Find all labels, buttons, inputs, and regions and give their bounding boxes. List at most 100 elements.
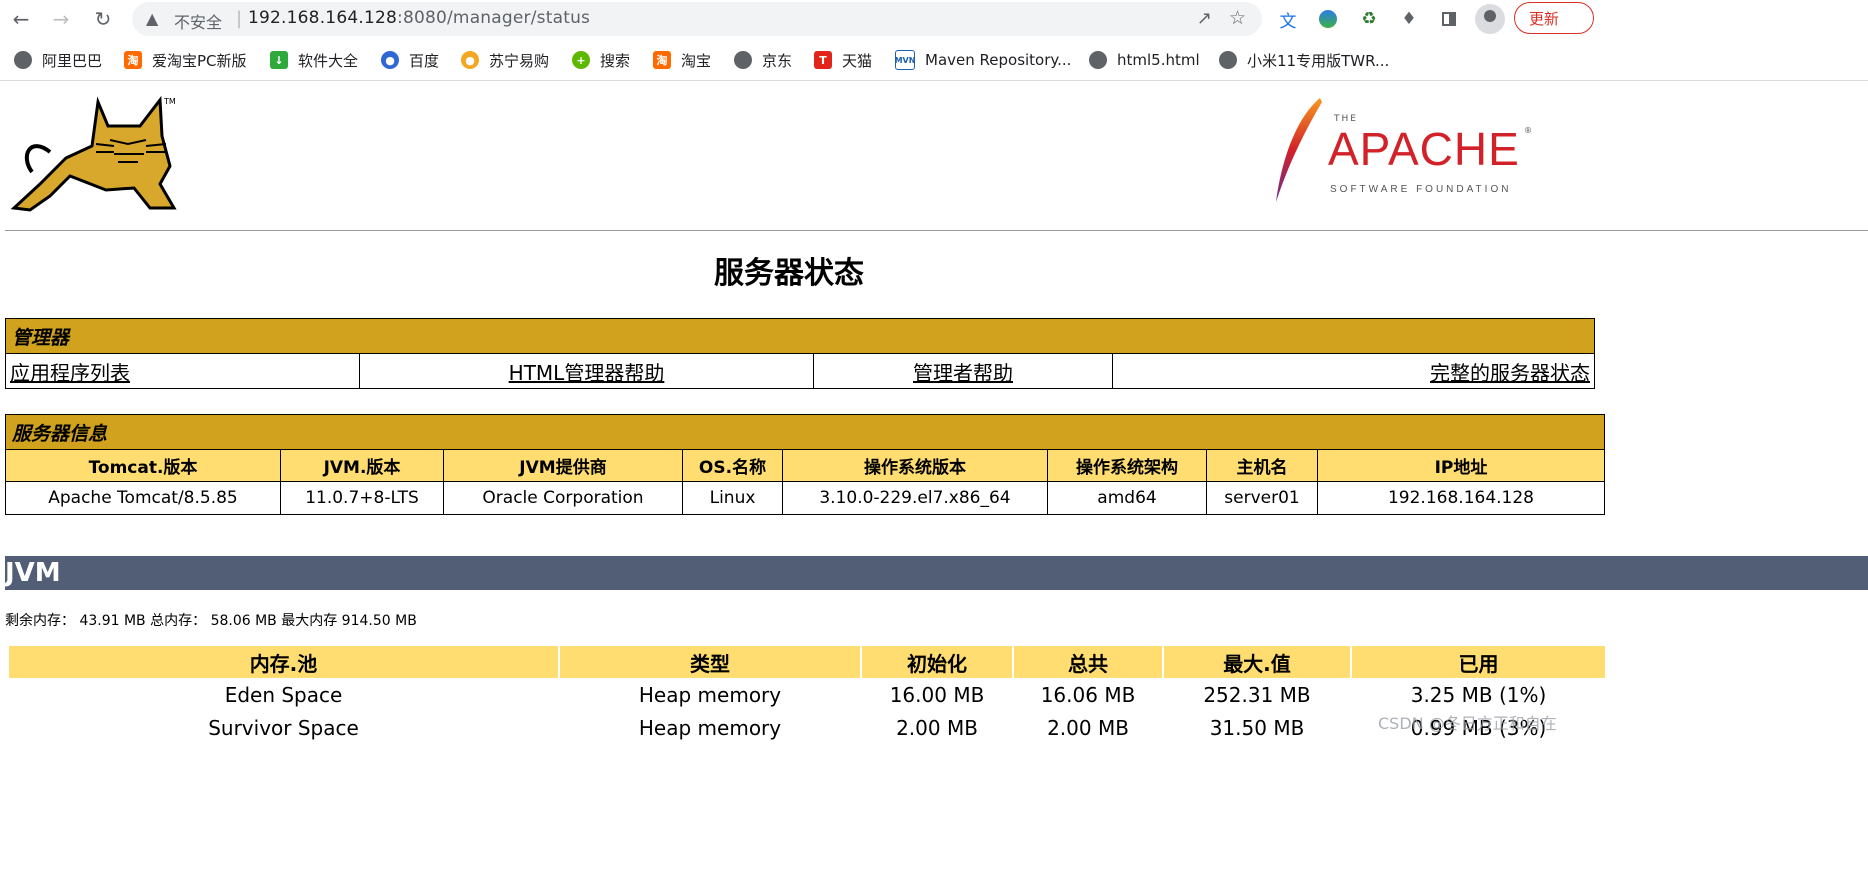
bookmark-label: 小米11专用版TWR... — [1247, 51, 1390, 70]
insecure-label: 不安全 — [174, 13, 223, 32]
url-text[interactable]: 192.168.164.128:8080/manager/status — [248, 8, 590, 28]
table-cell: 2.00 MB — [1047, 715, 1129, 740]
url-path: :8080/manager/status — [397, 8, 591, 28]
address-bar[interactable]: ▲ 不安全 | 192.168.164.128:8080/manager/sta… — [132, 2, 1262, 36]
bookmark-label: 京东 — [762, 51, 793, 70]
bookmark-star-icon[interactable]: ☆ — [1229, 7, 1246, 29]
tmall-icon: T — [814, 51, 832, 69]
tomcat-cat-icon: TM — [10, 95, 177, 212]
link-manager-help[interactable]: 管理者帮助 — [913, 361, 1013, 385]
apache-feather-icon — [1276, 98, 1322, 202]
taobao-icon: 淘 — [124, 51, 142, 69]
column-header: 类型 — [560, 646, 860, 678]
baidu-icon: ● — [381, 51, 399, 69]
column-header: OS.名称 — [682, 449, 783, 482]
bookmark-taobao[interactable]: 淘淘宝 — [653, 48, 711, 72]
watermark: CSDN @冬日方正和自在 — [1378, 714, 1557, 733]
extension-green-icon[interactable]: ♻ — [1356, 6, 1382, 32]
column-header: 内存.池 — [9, 646, 558, 678]
bookmark-xiaomi[interactable]: 小米11专用版TWR... — [1219, 48, 1389, 72]
link-html-manager-help[interactable]: HTML管理器帮助 — [509, 361, 665, 385]
bookmark-suning[interactable]: ● 苏宁易购 — [461, 48, 549, 72]
manager-cell-apps: 应用程序列表 — [5, 353, 360, 389]
server-info-table: 服务器信息 Tomcat.版本 JVM.版本 JVM提供商 OS.名称 操作系统… — [5, 414, 1605, 515]
bookmark-software[interactable]: ↓ 软件大全 — [270, 48, 358, 72]
translate-icon[interactable]: 文 — [1275, 6, 1301, 32]
back-arrow-icon[interactable]: ← — [6, 4, 36, 34]
bookmark-label: 爱淘宝PC新版 — [152, 51, 247, 70]
memory-pool-table: 内存.池 类型 初始化 总共 最大.值 已用 Eden Space Heap m… — [7, 646, 1607, 744]
column-header: 最大.值 — [1164, 646, 1350, 678]
forward-arrow-icon[interactable]: → — [46, 4, 76, 34]
table-cell: 16.06 MB — [1040, 682, 1136, 707]
table-cell: 31.50 MB — [1209, 715, 1305, 740]
table-cell: Apache Tomcat/8.5.85 — [5, 481, 281, 515]
manager-cell-help: 管理者帮助 — [813, 353, 1113, 389]
bookmark-label: 苏宁易购 — [489, 51, 550, 70]
bookmark-label: 搜索 — [600, 51, 631, 70]
table-cell: 2.00 MB — [896, 715, 978, 740]
table-cell: 252.31 MB — [1203, 682, 1311, 707]
update-button[interactable]: 更新 — [1514, 2, 1594, 34]
svg-text:TM: TM — [163, 97, 176, 106]
reload-icon[interactable]: ↻ — [88, 4, 118, 34]
server-info-heading: 服务器信息 — [5, 414, 1605, 450]
bookmark-search[interactable]: + 搜索 — [572, 48, 630, 72]
table-cell: 16.00 MB — [889, 682, 985, 707]
manager-table: 管理器 应用程序列表 HTML管理器帮助 管理者帮助 完整的服务器状态 — [5, 318, 1595, 389]
table-row: Apache Tomcat/8.5.85 11.0.7+8-LTS Oracle… — [5, 481, 1605, 515]
puzzle-extensions-icon[interactable]: ♦ — [1396, 6, 1422, 32]
column-header: 已用 — [1352, 646, 1605, 678]
bookmark-aitaobao[interactable]: 淘爱淘宝PC新版 — [124, 48, 247, 72]
table-cell: Heap memory — [638, 682, 782, 707]
manager-cell-html-help: HTML管理器帮助 — [359, 353, 814, 389]
link-app-list[interactable]: 应用程序列表 — [10, 361, 130, 385]
table-cell: 192.168.164.128 — [1317, 481, 1605, 515]
table-cell: 3.25 MB (1%) — [1410, 682, 1547, 707]
page-title: 服务器状态 — [714, 256, 864, 291]
globe-icon — [1089, 51, 1107, 69]
taobao-icon: 淘 — [653, 51, 671, 69]
bookmark-maven[interactable]: MVN Maven Repository... — [895, 48, 1071, 72]
memory-summary: 剩余内存： 43.91 MB 总内存： 58.06 MB 最大内存 914.50… — [5, 613, 417, 629]
bookmark-alibaba[interactable]: 阿里巴巴 — [14, 48, 102, 72]
bookmark-html5[interactable]: html5.html — [1089, 48, 1200, 72]
table-cell: Linux — [682, 481, 783, 515]
column-header: JVM提供商 — [443, 449, 683, 482]
column-header: 总共 — [1014, 646, 1162, 678]
bookmark-label: 淘宝 — [681, 51, 712, 70]
table-cell: Survivor Space — [208, 715, 359, 740]
url-host: 192.168.164.128 — [248, 8, 398, 28]
table-cell: Heap memory — [638, 715, 782, 740]
profile-avatar[interactable] — [1475, 4, 1505, 34]
table-row: Survivor Space Heap memory 2.00 MB 2.00 … — [9, 711, 1605, 744]
bookmark-jd[interactable]: 京东 — [734, 48, 792, 72]
column-header: IP地址 — [1317, 449, 1605, 482]
table-cell: Eden Space — [224, 682, 343, 707]
bookmark-label: 软件大全 — [298, 51, 359, 70]
bookmark-label: html5.html — [1117, 51, 1200, 69]
column-header: 操作系统版本 — [782, 449, 1048, 482]
page-content: TM THE APACHE ® SOFTWARE FOUNDATION 服务器状… — [0, 82, 1868, 877]
tomcat-logo: TM — [10, 95, 178, 216]
suning-icon: ● — [461, 51, 479, 69]
divider — [5, 230, 1868, 231]
share-icon[interactable]: ↗ — [1197, 8, 1212, 29]
url-separator: | — [236, 8, 243, 29]
table-row: Eden Space Heap memory 16.00 MB 16.06 MB… — [9, 678, 1605, 711]
column-header: Tomcat.版本 — [5, 449, 281, 482]
table-cell: Oracle Corporation — [443, 481, 683, 515]
mvn-icon: MVN — [895, 50, 915, 70]
manager-heading: 管理器 — [5, 318, 1595, 354]
globe-extension-icon[interactable] — [1315, 6, 1341, 32]
link-full-server-status[interactable]: 完整的服务器状态 — [1430, 361, 1590, 385]
bookmark-baidu[interactable]: ● 百度 — [381, 48, 439, 72]
bookmarks-bar: 阿里巴巴 淘爱淘宝PC新版 ↓ 软件大全 ● 百度 ● 苏宁易购 + 搜索 淘淘宝 京东… — [0, 40, 1868, 81]
warning-triangle-icon: ▲ — [146, 9, 159, 28]
side-panel-icon[interactable] — [1436, 6, 1462, 32]
bookmark-tmall[interactable]: T 天猫 — [814, 48, 872, 72]
bookmark-label: Maven Repository... — [925, 51, 1072, 69]
column-header: JVM.版本 — [280, 449, 444, 482]
column-header: 初始化 — [862, 646, 1012, 678]
table-cell: 11.0.7+8-LTS — [280, 481, 444, 515]
